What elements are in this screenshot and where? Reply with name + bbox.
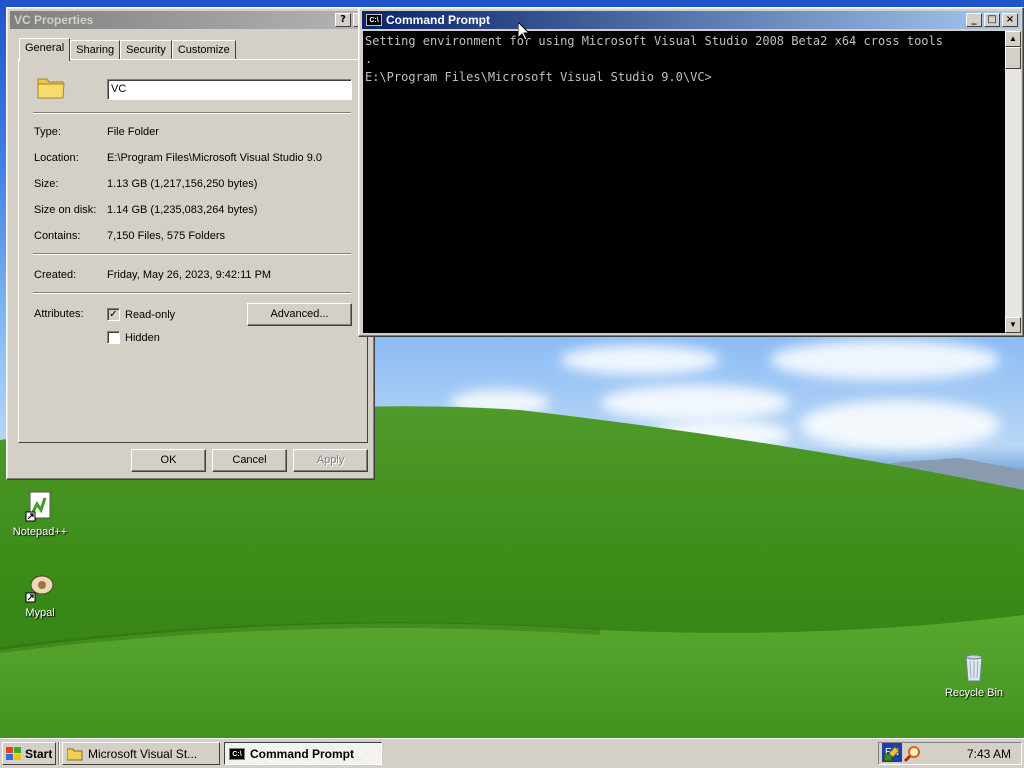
console-line: . xyxy=(365,52,373,66)
vertical-scrollbar[interactable]: ▲ ▼ xyxy=(1005,31,1021,333)
start-button[interactable]: Start xyxy=(2,742,56,765)
mypal-browser-icon xyxy=(24,571,56,603)
close-button[interactable]: × xyxy=(1002,13,1018,27)
command-prompt-titlebar[interactable]: C:\ Command Prompt _ □ × xyxy=(362,11,1020,29)
desktop-icon-label: Notepad++ xyxy=(12,526,68,538)
advanced-button[interactable]: Advanced... xyxy=(247,303,352,326)
cancel-button[interactable]: Cancel xyxy=(212,449,287,472)
taskbar-item-label: Microsoft Visual St... xyxy=(88,746,198,761)
general-tab-panel: VC Type: File Folder Location: E:\Progra… xyxy=(18,59,368,443)
taskbar-separator xyxy=(58,742,60,765)
type-label: Type: xyxy=(34,126,61,138)
desktop-icon-recycle-bin[interactable]: Recycle Bin xyxy=(934,651,1014,699)
readonly-label: Read-only xyxy=(125,309,176,321)
ok-button[interactable]: OK xyxy=(131,449,206,472)
separator xyxy=(33,112,351,114)
folder-icon xyxy=(37,74,65,103)
created-label: Created: xyxy=(34,269,77,281)
tab-security[interactable]: Security xyxy=(120,40,172,60)
maximize-button[interactable]: □ xyxy=(984,13,1000,27)
desktop-icon-notepad-plus-plus[interactable]: Notepad++ xyxy=(0,490,80,538)
mouse-cursor-icon xyxy=(518,22,530,41)
start-label: Start xyxy=(25,746,53,761)
separator xyxy=(33,253,351,255)
created-value: Friday, May 26, 2023, 9:42:11 PM xyxy=(107,269,272,281)
window-title: Command Prompt xyxy=(386,13,491,27)
contains-label: Contains: xyxy=(34,230,81,242)
folder-icon xyxy=(67,748,83,760)
location-value: E:\Program Files\Microsoft Visual Studio… xyxy=(107,152,322,164)
size-on-disk-value: 1.14 GB (1,235,083,264 bytes) xyxy=(107,204,258,216)
console-line: Setting environment for using Microsoft … xyxy=(365,34,943,48)
taskbar: Start Microsoft Visual St... C:\ Command… xyxy=(0,738,1024,768)
apply-button[interactable]: Apply xyxy=(293,449,368,472)
hidden-checkbox[interactable] xyxy=(107,331,120,344)
window-title: VC Properties xyxy=(14,13,94,27)
taskbar-item-command-prompt[interactable]: C:\ Command Prompt xyxy=(224,742,382,765)
taskbar-item-label: Command Prompt xyxy=(250,746,355,761)
attributes-label: Attributes: xyxy=(34,308,84,320)
console-output[interactable]: Setting environment for using Microsoft … xyxy=(363,31,1005,333)
size-value: 1.13 GB (1,217,156,250 bytes) xyxy=(107,178,258,190)
minimize-button[interactable]: _ xyxy=(966,13,982,27)
properties-dialog: VC Properties ? × General Sharing Securi… xyxy=(6,7,375,480)
search-tray-icon[interactable] xyxy=(903,745,921,763)
system-tray: 7:43 AM xyxy=(878,742,1022,765)
recycle-bin-icon xyxy=(958,651,990,683)
console-icon: C:\ xyxy=(366,14,382,26)
scroll-up-arrow-icon[interactable]: ▲ xyxy=(1005,31,1021,47)
command-prompt-window: C:\ Command Prompt _ □ × Setting environ… xyxy=(358,7,1024,337)
tab-sharing[interactable]: Sharing xyxy=(70,40,121,60)
windows-logo-icon xyxy=(6,746,21,760)
desktop-icon-mypal[interactable]: Mypal xyxy=(0,571,80,619)
hidden-label: Hidden xyxy=(125,332,160,344)
properties-titlebar[interactable]: VC Properties ? × xyxy=(10,11,371,29)
console-icon: C:\ xyxy=(229,747,245,760)
size-label: Size: xyxy=(34,178,59,190)
tab-strip: General Sharing Security Customize xyxy=(19,38,236,61)
contains-value: 7,150 Files, 575 Folders xyxy=(107,230,226,242)
tab-customize[interactable]: Customize xyxy=(171,40,236,60)
location-label: Location: xyxy=(34,152,79,164)
network-tray-icon[interactable] xyxy=(883,745,901,763)
taskbar-item-explorer[interactable]: Microsoft Visual St... xyxy=(62,742,220,765)
separator xyxy=(33,292,351,294)
type-value: File Folder xyxy=(107,126,159,138)
clock[interactable]: 7:43 AM xyxy=(967,747,1011,761)
folder-name-field[interactable]: VC xyxy=(107,79,352,100)
size-on-disk-label: Size on disk: xyxy=(34,204,97,216)
help-button[interactable]: ? xyxy=(335,13,351,27)
readonly-checkbox[interactable]: ✓ xyxy=(107,308,120,321)
desktop-icon-label: Recycle Bin xyxy=(944,687,1004,699)
scroll-thumb[interactable] xyxy=(1005,47,1021,69)
notepad-plus-plus-icon xyxy=(24,490,56,522)
tab-general[interactable]: General xyxy=(19,38,71,61)
scroll-down-arrow-icon[interactable]: ▼ xyxy=(1005,317,1021,333)
desktop-icon-label: Mypal xyxy=(25,607,55,619)
console-prompt-line: E:\Program Files\Microsoft Visual Studio… xyxy=(365,70,712,84)
